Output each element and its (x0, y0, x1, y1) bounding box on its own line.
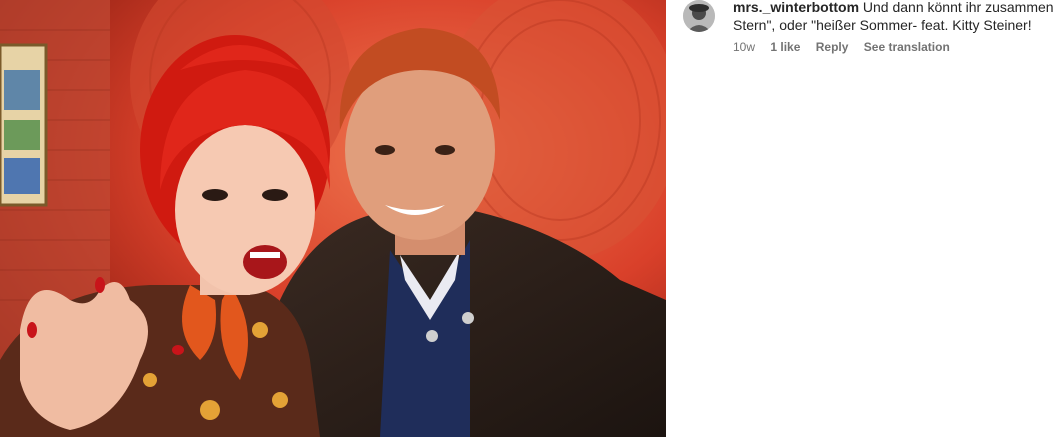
comment: mrs._winterbottom Und dann könnt ihr zus… (683, 0, 1056, 80)
comment-text-line2: Stern", oder "heißer Sommer- feat. Kitty… (733, 17, 1032, 33)
photo-illustration (0, 0, 666, 437)
comment-meta: 10w 1 like Reply See translation (733, 40, 962, 54)
post-photo[interactable] (0, 0, 666, 437)
comment-text-line1: Und dann könnt ihr zusammen " (862, 0, 1056, 15)
avatar-image (683, 0, 715, 32)
comment-likes[interactable]: 1 like (770, 40, 800, 54)
avatar[interactable] (683, 0, 715, 32)
comment-text: mrs._winterbottom Und dann könnt ihr zus… (733, 0, 1056, 34)
see-translation-button[interactable]: See translation (864, 40, 950, 54)
comment-time[interactable]: 10w (733, 40, 755, 54)
reply-button[interactable]: Reply (816, 40, 849, 54)
comment-username[interactable]: mrs._winterbottom (733, 0, 859, 15)
